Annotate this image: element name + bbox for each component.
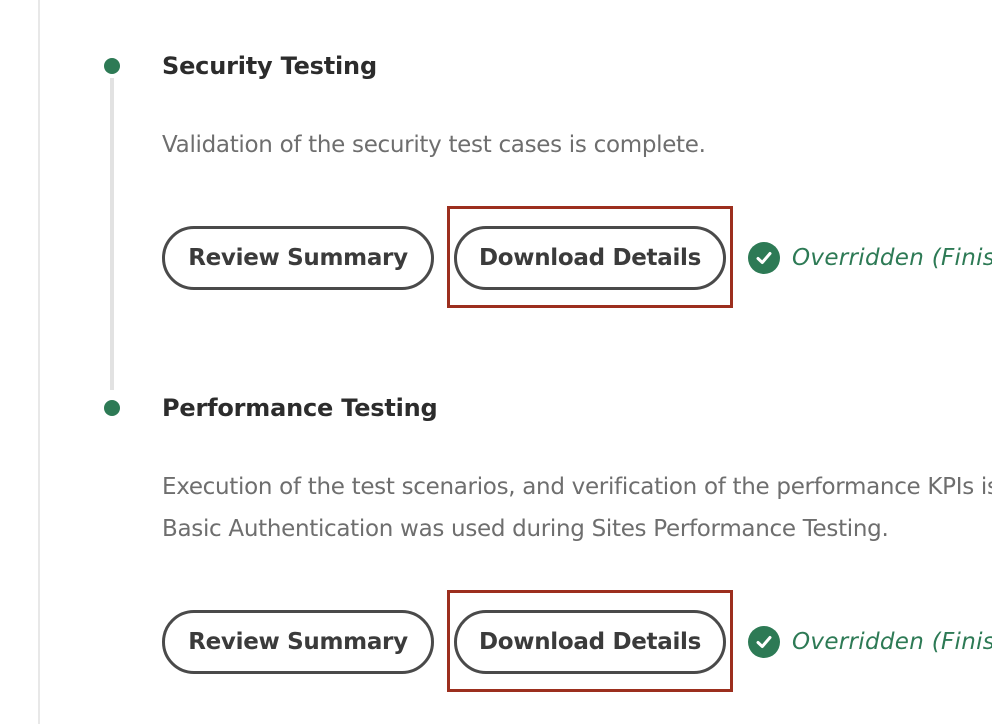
description-line: Basic Authentication was used during Sit…	[162, 516, 889, 542]
timeline-dot-icon	[104, 58, 120, 74]
pipeline-step-details: Security Testing Validation of the secur…	[0, 0, 992, 724]
security-testing-description: Validation of the security test cases is…	[162, 124, 706, 166]
description-line: Validation of the security test cases is…	[162, 132, 706, 158]
checkmark-circle-icon	[748, 242, 780, 274]
description-line: Execution of the test scenarios, and ver…	[162, 474, 992, 500]
security-status: Overridden (Finish	[748, 242, 992, 274]
timeline-dot-icon	[104, 400, 120, 416]
status-text: Overridden (Finish	[792, 245, 992, 271]
security-download-details-button[interactable]: Download Details	[454, 226, 726, 290]
performance-download-details-button[interactable]: Download Details	[454, 610, 726, 674]
checkmark-circle-icon	[748, 626, 780, 658]
security-review-summary-button[interactable]: Review Summary	[162, 226, 434, 290]
performance-testing-title: Performance Testing	[162, 394, 438, 422]
status-text: Overridden (Finish	[792, 629, 992, 655]
performance-testing-description: Execution of the test scenarios, and ver…	[162, 466, 992, 550]
panel-divider	[38, 0, 40, 724]
security-testing-title: Security Testing	[162, 52, 377, 80]
performance-status: Overridden (Finish	[748, 626, 992, 658]
timeline-connector	[110, 78, 114, 390]
performance-review-summary-button[interactable]: Review Summary	[162, 610, 434, 674]
